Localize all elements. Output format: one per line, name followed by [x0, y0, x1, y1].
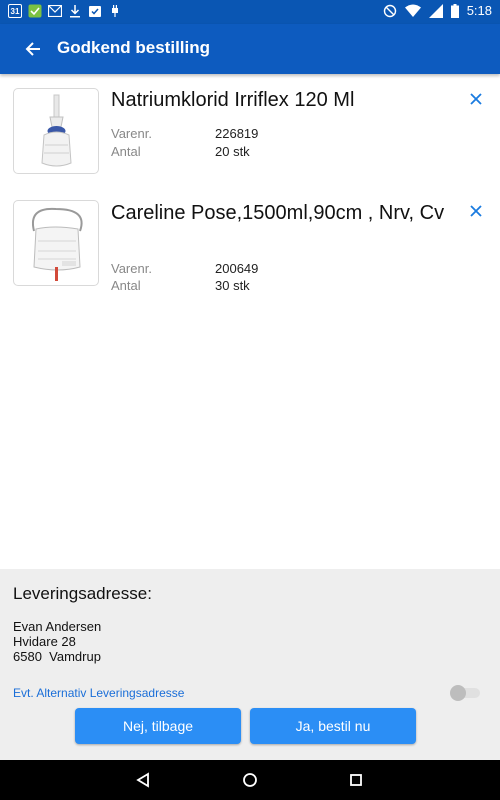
- remove-item-close-icon[interactable]: [468, 203, 484, 219]
- sku-value: 226819: [215, 126, 259, 141]
- mail-icon: [48, 4, 62, 18]
- order-line-item: Careline Pose,1500ml,90cm , Nrv, Cv Vare…: [0, 186, 500, 306]
- nav-home-icon[interactable]: [240, 770, 260, 790]
- alternative-address-toggle[interactable]: [450, 685, 480, 701]
- signal-icon: [428, 3, 443, 18]
- product-name: Careline Pose,1500ml,90cm , Nrv, Cv: [111, 202, 445, 224]
- notification-icons: 31: [8, 4, 122, 18]
- delivery-address-heading: Leveringsadresse:: [13, 584, 152, 603]
- system-nav-bar: [0, 760, 500, 800]
- sku-label: Varenr.: [111, 261, 152, 276]
- cancel-button[interactable]: Nej, tilbage: [75, 708, 241, 744]
- order-now-button[interactable]: Ja, bestil nu: [250, 708, 416, 744]
- quantity-value: 30 stk: [215, 278, 250, 293]
- nav-back-icon[interactable]: [133, 770, 153, 790]
- status-bar: 31 5:18: [0, 0, 500, 24]
- page-title: Godkend bestilling: [57, 38, 211, 57]
- task-done-icon: [88, 4, 102, 18]
- quantity-label: Antal: [111, 278, 141, 293]
- wifi-icon: [404, 4, 421, 17]
- usb-plug-icon: [108, 4, 122, 18]
- product-image[interactable]: [13, 88, 99, 174]
- clock: 5:18: [466, 3, 492, 18]
- nav-recents-icon[interactable]: [346, 770, 366, 790]
- calendar-icon: 31: [8, 4, 22, 18]
- sku-value: 200649: [215, 261, 259, 276]
- product-name: Natriumklorid Irriflex 120 Ml: [111, 89, 355, 111]
- sku-label: Varenr.: [111, 126, 152, 141]
- battery-icon: [450, 3, 459, 18]
- check-app-icon: [28, 4, 42, 18]
- back-arrow-icon[interactable]: [20, 36, 46, 62]
- product-image[interactable]: [13, 200, 99, 286]
- recipient-name: Evan Andersen: [13, 619, 102, 634]
- postal-city: 6580 Vamdrup: [13, 649, 101, 664]
- order-line-item: Natriumklorid Irriflex 120 Ml Varenr. 22…: [0, 74, 500, 184]
- alternative-address-link[interactable]: Evt. Alternativ Leveringsadresse: [13, 686, 184, 700]
- system-status: 5:18: [383, 3, 492, 18]
- delivery-panel: Leveringsadresse: Evan Andersen Hvidare …: [0, 569, 500, 760]
- do-not-disturb-icon: [383, 4, 397, 18]
- street-address: Hvidare 28: [13, 634, 76, 649]
- app-bar: Godkend bestilling: [0, 24, 500, 74]
- download-icon: [68, 4, 82, 18]
- remove-item-close-icon[interactable]: [468, 91, 484, 107]
- quantity-value: 20 stk: [215, 144, 250, 159]
- toggle-thumb: [450, 685, 466, 701]
- quantity-label: Antal: [111, 144, 141, 159]
